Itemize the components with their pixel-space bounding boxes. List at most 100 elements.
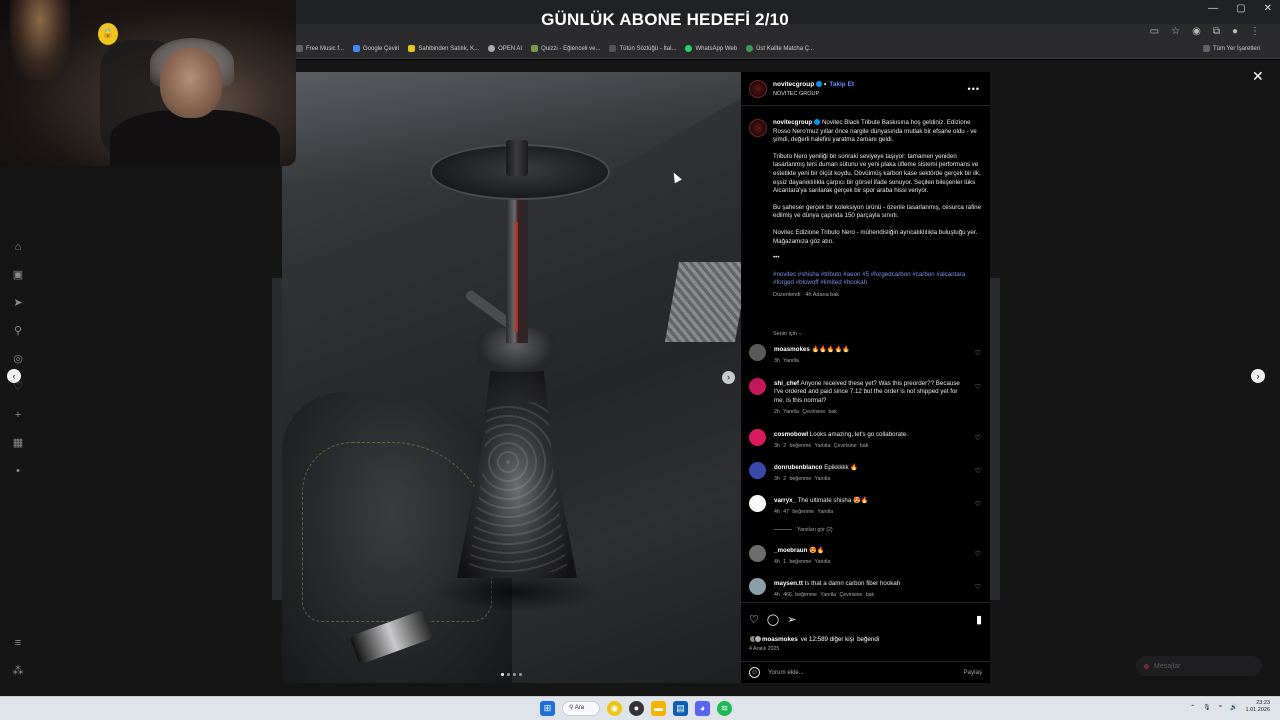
- next-post-icon[interactable]: ›: [1251, 369, 1265, 383]
- menu-icon[interactable]: ⋮: [1250, 26, 1260, 37]
- view-replies-link[interactable]: Yanıtları gör (2): [774, 527, 833, 533]
- home-icon[interactable]: ⌂: [11, 240, 25, 254]
- like-icon[interactable]: ♡: [749, 613, 759, 626]
- like-comment-icon[interactable]: ♡: [975, 467, 981, 475]
- chrome-icon[interactable]: ◉: [607, 701, 622, 716]
- likes-count-text[interactable]: ve 12.589 diğer kişi: [801, 636, 854, 643]
- close-modal-icon[interactable]: ✕: [1252, 68, 1264, 85]
- post-caption: novitecgroup Novitec Black Tribute Baskı…: [773, 119, 985, 308]
- likes-summary[interactable]: moasmokes ve 12.589 diğer kişi beğendi: [749, 635, 879, 643]
- more-menu-icon[interactable]: ≡: [11, 636, 25, 650]
- windows-start-icon[interactable]: ⊞: [540, 701, 555, 716]
- comment-input[interactable]: [768, 665, 948, 680]
- bookmark-item[interactable]: Tütün Sözlüğü - İtal...: [609, 45, 676, 52]
- create-icon[interactable]: +: [11, 408, 25, 422]
- wifi-icon[interactable]: ≈: [1219, 704, 1222, 710]
- bookmark-icon[interactable]: ▮: [976, 613, 982, 626]
- post-image[interactable]: ›: [282, 72, 741, 683]
- store-icon[interactable]: ▤: [673, 701, 688, 716]
- tray-chevron-icon[interactable]: ⌃: [1190, 704, 1195, 711]
- taskbar-apps: ⊞ ⚲ Ara ◉ ● ▬ ▤ ◕ ≋: [540, 701, 732, 716]
- comment-body: cosmobowl Looks amazing, let's go collab…: [774, 431, 969, 451]
- comment-avatar[interactable]: [749, 344, 766, 361]
- comment-avatar[interactable]: [749, 495, 766, 512]
- comment-icon[interactable]: ◯: [767, 613, 779, 626]
- quiz-icon: [531, 45, 539, 52]
- minimize-icon[interactable]: —: [1208, 3, 1218, 14]
- puzzle-icon[interactable]: ⧉: [1213, 26, 1220, 37]
- taskbar-search[interactable]: ⚲ Ara: [562, 701, 600, 716]
- car-pedal: [664, 262, 741, 342]
- caption-hashtags[interactable]: #novitec #shisha #tributo #aeon #5 #forg…: [773, 271, 985, 288]
- messages-icon[interactable]: ➤: [11, 296, 25, 310]
- obs-icon[interactable]: ●: [629, 701, 644, 716]
- comment-avatar[interactable]: [749, 378, 766, 395]
- extension-icon[interactable]: ◉: [1192, 26, 1201, 37]
- spotify-icon[interactable]: ≋: [717, 701, 732, 716]
- bookmark-item[interactable]: WhatsApp Web: [685, 45, 737, 52]
- like-comment-icon[interactable]: ♡: [975, 434, 981, 442]
- all-bookmarks[interactable]: Tüm Yer İşaretleri: [1202, 45, 1260, 52]
- comment-avatar[interactable]: [749, 429, 766, 446]
- caption-username[interactable]: novitecgroup: [773, 119, 812, 126]
- volume-icon[interactable]: 🔊: [1230, 704, 1237, 711]
- comment-avatar[interactable]: [749, 578, 766, 595]
- comment-meta: 4h 466 beğenme Yanıtla Çevirisine bak: [774, 592, 875, 599]
- system-clock[interactable]: 23:23 1.01.2026: [1246, 700, 1270, 714]
- explore-icon[interactable]: ◎: [11, 352, 25, 366]
- share-icon[interactable]: ➢: [787, 613, 796, 626]
- like-comment-icon[interactable]: ♡: [975, 583, 981, 591]
- clock-time: 23:23: [1256, 700, 1270, 706]
- like-comment-icon[interactable]: ♡: [975, 500, 981, 508]
- author-line: novitecgroup • Takip Et: [773, 81, 855, 88]
- star-icon[interactable]: ☆: [1171, 26, 1180, 37]
- bookmark-item[interactable]: Üst Kalite Matcha Ç...: [746, 45, 814, 52]
- profile-icon[interactable]: ●: [1232, 26, 1238, 37]
- emoji-icon[interactable]: ☺: [749, 667, 760, 678]
- bookmark-item[interactable]: OPEN AI: [488, 45, 522, 52]
- comment-username[interactable]: shi_chef: [774, 380, 799, 387]
- openai-icon: [488, 45, 496, 52]
- carousel-next-icon[interactable]: ›: [722, 371, 735, 384]
- close-window-icon[interactable]: ✕: [1264, 3, 1272, 14]
- bookmark-item[interactable]: Quizzi - Eğlenceli ve...: [531, 45, 600, 52]
- comment-username[interactable]: moasmokes: [774, 346, 810, 353]
- reels-icon[interactable]: ▣: [11, 268, 25, 282]
- comment-username[interactable]: varryx_: [774, 497, 796, 504]
- like-comment-icon[interactable]: ♡: [975, 550, 981, 558]
- comment-username[interactable]: maysen.tt: [774, 580, 803, 587]
- microphone-icon[interactable]: 🎙: [1203, 704, 1211, 711]
- caption-avatar[interactable]: [749, 119, 767, 137]
- clock-date: 1.01.2026: [1245, 707, 1270, 713]
- carousel-dot: [507, 673, 510, 676]
- comment-username[interactable]: cosmobowl: [774, 431, 808, 438]
- bookmark-item[interactable]: Google Çeviri: [353, 45, 399, 52]
- comment-avatar[interactable]: [749, 545, 766, 562]
- messages-button[interactable]: Mesajlar: [1136, 656, 1262, 676]
- search-icon[interactable]: ⚲: [11, 324, 25, 338]
- like-comment-icon[interactable]: ♡: [975, 383, 981, 391]
- window-controls: — ▢ ✕: [1208, 3, 1272, 14]
- comment-username[interactable]: donrubenblanco: [774, 464, 822, 471]
- like-comment-icon[interactable]: ♡: [975, 349, 981, 357]
- bookmark-item[interactable]: Sahibinden Satılık, K...: [408, 45, 479, 52]
- dashboard-icon[interactable]: ▦: [11, 436, 25, 450]
- cast-icon[interactable]: ▭: [1150, 26, 1159, 37]
- comment-username[interactable]: _moebraun: [774, 547, 807, 554]
- likes-user[interactable]: moasmokes: [762, 636, 798, 643]
- comment-avatar[interactable]: [749, 462, 766, 479]
- follow-button[interactable]: Takip Et: [829, 81, 854, 88]
- file-explorer-icon[interactable]: ▬: [651, 701, 666, 716]
- author-avatar[interactable]: [749, 80, 767, 98]
- meta-apps-icon[interactable]: ⁂: [11, 664, 25, 678]
- post-comment-button[interactable]: Paylaş: [963, 669, 982, 676]
- comment-sort-selector[interactable]: Senin için ⌵: [773, 331, 803, 338]
- discord-icon[interactable]: ◕: [695, 701, 710, 716]
- previous-post-icon[interactable]: ‹: [7, 369, 21, 383]
- more-options-icon[interactable]: •••: [968, 84, 980, 94]
- maximize-icon[interactable]: ▢: [1236, 3, 1245, 14]
- author-username[interactable]: novitecgroup: [773, 81, 814, 88]
- matcha-icon: [746, 45, 754, 52]
- bookmark-item[interactable]: Free Music f...: [296, 45, 344, 52]
- profile-avatar-icon[interactable]: •: [11, 464, 25, 478]
